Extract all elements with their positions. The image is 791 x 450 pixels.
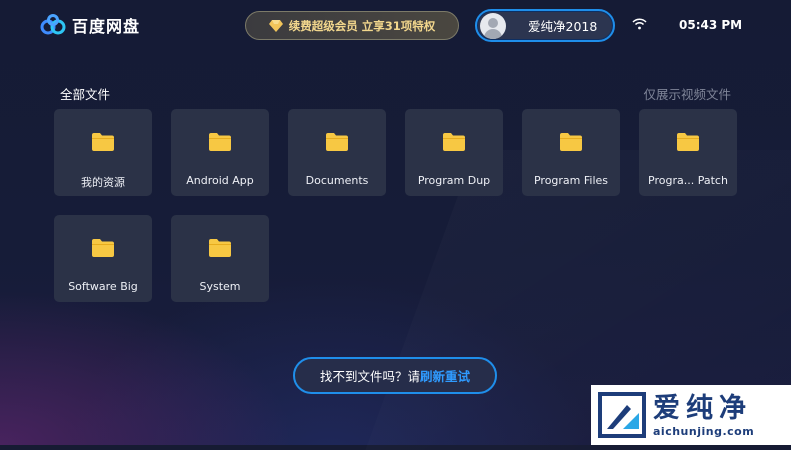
vip-renew-banner[interactable]: 续费超级会员 立享31项特权 — [245, 11, 459, 40]
folder-name: Progra... Patch — [648, 174, 728, 187]
clock: 05:43 PM — [679, 18, 743, 32]
folder-icon — [92, 239, 114, 257]
folder-tile[interactable]: Progra... Patch — [639, 109, 737, 196]
wifi-icon — [632, 18, 647, 30]
refresh-retry-button[interactable]: 找不到文件吗？请 刷新重试 — [293, 357, 497, 394]
folder-name: Program Files — [533, 174, 609, 187]
video-only-filter[interactable]: 仅展示视频文件 — [643, 84, 731, 103]
folder-tile[interactable]: Program Files — [522, 109, 620, 196]
watermark: 爱纯净 aichunjing.com — [591, 385, 791, 445]
app-title: 百度网盘 — [72, 17, 141, 36]
avatar — [480, 12, 506, 39]
watermark-url: aichunjing.com — [653, 424, 755, 438]
folder-icon — [677, 133, 699, 151]
watermark-logo-icon — [598, 392, 646, 438]
page-title: 全部文件 — [60, 87, 111, 102]
folder-tile[interactable]: System — [171, 215, 269, 302]
folder-icon — [209, 239, 231, 257]
folder-name: 我的资源 — [81, 176, 125, 189]
baidu-netdisk-logo-icon — [40, 14, 66, 35]
watermark-brand: 爱纯净 — [653, 392, 752, 424]
folder-icon — [560, 133, 582, 151]
folder-tile[interactable]: Program Dup — [405, 109, 503, 196]
vip-banner-text: 续费超级会员 立享31项特权 — [288, 18, 436, 33]
retry-link[interactable]: 刷新重试 — [420, 366, 470, 385]
folder-icon — [326, 133, 348, 151]
folder-icon — [443, 133, 465, 151]
username: 爱纯净2018 — [528, 19, 598, 34]
folder-name: Software Big — [68, 280, 138, 293]
folder-name: Android App — [186, 174, 254, 187]
folder-name: Documents — [305, 174, 369, 187]
user-account-button[interactable]: 爱纯净2018 — [475, 9, 615, 42]
diamond-icon — [268, 19, 283, 32]
app-logo: 百度网盘 — [40, 13, 140, 37]
folder-tile[interactable]: Software Big — [54, 215, 152, 302]
folder-icon — [209, 133, 231, 151]
folder-name: Program Dup — [417, 174, 491, 187]
retry-prompt-text: 找不到文件吗？请 — [319, 369, 420, 384]
folder-name: System — [199, 280, 241, 293]
folder-tile[interactable]: Documents — [288, 109, 386, 196]
folder-tile[interactable]: 我的资源 — [54, 109, 152, 196]
folder-icon — [92, 133, 114, 151]
folder-tile[interactable]: Android App — [171, 109, 269, 196]
